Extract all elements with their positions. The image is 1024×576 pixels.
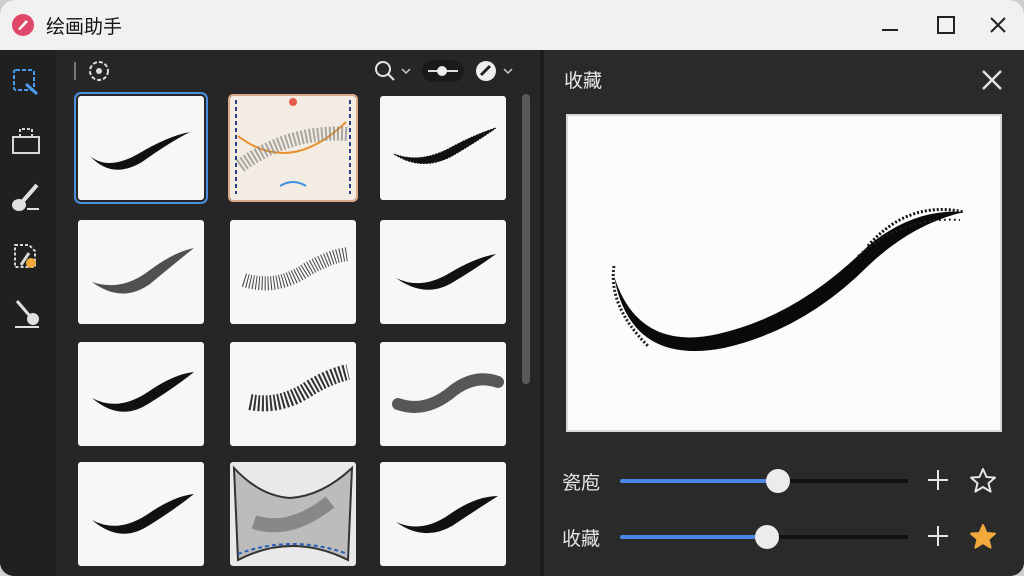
brush-thumb[interactable] xyxy=(380,462,506,566)
brush-preview-stroke xyxy=(611,208,965,351)
paint-brush-icon xyxy=(12,183,39,211)
minimize-icon xyxy=(882,29,898,31)
slider-label: 瓷庖 xyxy=(562,472,601,494)
brush-thumb[interactable] xyxy=(230,220,356,324)
brush-stroke-preview xyxy=(248,364,350,412)
brush-stroke-preview xyxy=(92,494,194,534)
brush-thumb[interactable] xyxy=(380,342,506,446)
settings-button[interactable] xyxy=(86,58,112,84)
brush-check-dropdown[interactable] xyxy=(474,58,518,84)
brush-stroke-preview xyxy=(396,254,496,290)
grid-toolbar xyxy=(56,50,540,92)
brush-grid-panel xyxy=(56,50,540,576)
slider-label: 收藏 xyxy=(562,528,601,550)
color-brush-tool[interactable] xyxy=(8,238,44,274)
brush-stroke-preview xyxy=(232,465,354,562)
app-window: 绘画助手 收藏 瓷庖 收藏 xyxy=(0,0,1024,576)
brush-stroke-preview xyxy=(393,127,497,165)
brush-stroke-preview xyxy=(90,132,190,170)
maximize-button[interactable] xyxy=(930,10,962,40)
bucket-icon xyxy=(12,128,40,154)
brush-thumb[interactable] xyxy=(380,96,506,200)
eraser-brush-icon xyxy=(15,300,39,328)
slider-track[interactable] xyxy=(620,469,908,493)
brush-thumb[interactable] xyxy=(380,220,506,324)
brush-detail-panel: 收藏 瓷庖 收藏 xyxy=(544,50,1024,576)
favorite-toggle[interactable] xyxy=(968,522,998,552)
color-brush-icon xyxy=(14,244,36,268)
opacity-slider-row: 瓷庖 xyxy=(562,460,1012,500)
brush-thumb[interactable] xyxy=(230,462,356,566)
add-button[interactable] xyxy=(924,466,952,494)
settings-icon xyxy=(89,61,109,81)
grid-scrollbar[interactable] xyxy=(522,94,530,384)
slider-knob[interactable] xyxy=(754,525,779,549)
plus-icon xyxy=(928,526,948,546)
minimize-button[interactable] xyxy=(874,10,906,40)
close-detail-button[interactable] xyxy=(978,66,1006,94)
brush-thumb[interactable] xyxy=(228,94,358,202)
search-icon xyxy=(375,61,411,81)
brush-thumb[interactable] xyxy=(78,220,204,324)
plus-icon xyxy=(928,470,948,490)
fill-tool[interactable] xyxy=(8,122,44,158)
brush-thumb[interactable] xyxy=(78,342,204,446)
detail-title: 收藏 xyxy=(564,70,603,92)
brush-thumb[interactable] xyxy=(74,92,208,204)
brush-stroke-preview xyxy=(392,373,504,413)
star-outline-icon xyxy=(970,468,996,493)
brush-select-tool[interactable] xyxy=(8,64,44,100)
size-slider-icon xyxy=(428,66,458,76)
title-bar: 绘画助手 xyxy=(0,0,1024,50)
brush-check-icon xyxy=(476,61,513,81)
slider-fill xyxy=(620,479,779,483)
brush-stroke-preview xyxy=(235,98,351,194)
brush-stroke-preview xyxy=(92,248,194,294)
maximize-icon xyxy=(937,16,955,34)
brush-select-icon xyxy=(13,69,39,96)
paint-brush-tool[interactable] xyxy=(8,180,44,216)
app-logo-icon xyxy=(12,14,34,36)
star-filled-icon xyxy=(970,524,996,549)
brush-stroke-preview xyxy=(396,496,498,534)
close-icon xyxy=(982,70,1002,90)
favorite-toggle[interactable] xyxy=(968,466,998,496)
slider-knob[interactable] xyxy=(766,469,791,493)
slider-track[interactable] xyxy=(620,525,908,549)
window-title: 绘画助手 xyxy=(46,16,123,38)
slider-fill xyxy=(620,535,767,539)
size-slider-control[interactable] xyxy=(422,60,464,82)
add-button[interactable] xyxy=(924,522,952,550)
brush-preview-canvas xyxy=(566,114,1002,432)
close-window-button[interactable] xyxy=(982,10,1014,40)
brush-thumb[interactable] xyxy=(230,342,356,446)
tool-rail xyxy=(0,50,56,576)
favorite-slider-row: 收藏 xyxy=(562,516,1012,556)
brush-stroke-preview xyxy=(92,372,194,412)
toolbar-divider xyxy=(74,62,76,80)
brush-stroke-preview xyxy=(241,247,350,291)
brush-thumb[interactable] xyxy=(78,462,204,566)
eraser-brush-tool[interactable] xyxy=(8,296,44,332)
close-icon xyxy=(990,17,1006,33)
search-dropdown[interactable] xyxy=(372,58,416,84)
